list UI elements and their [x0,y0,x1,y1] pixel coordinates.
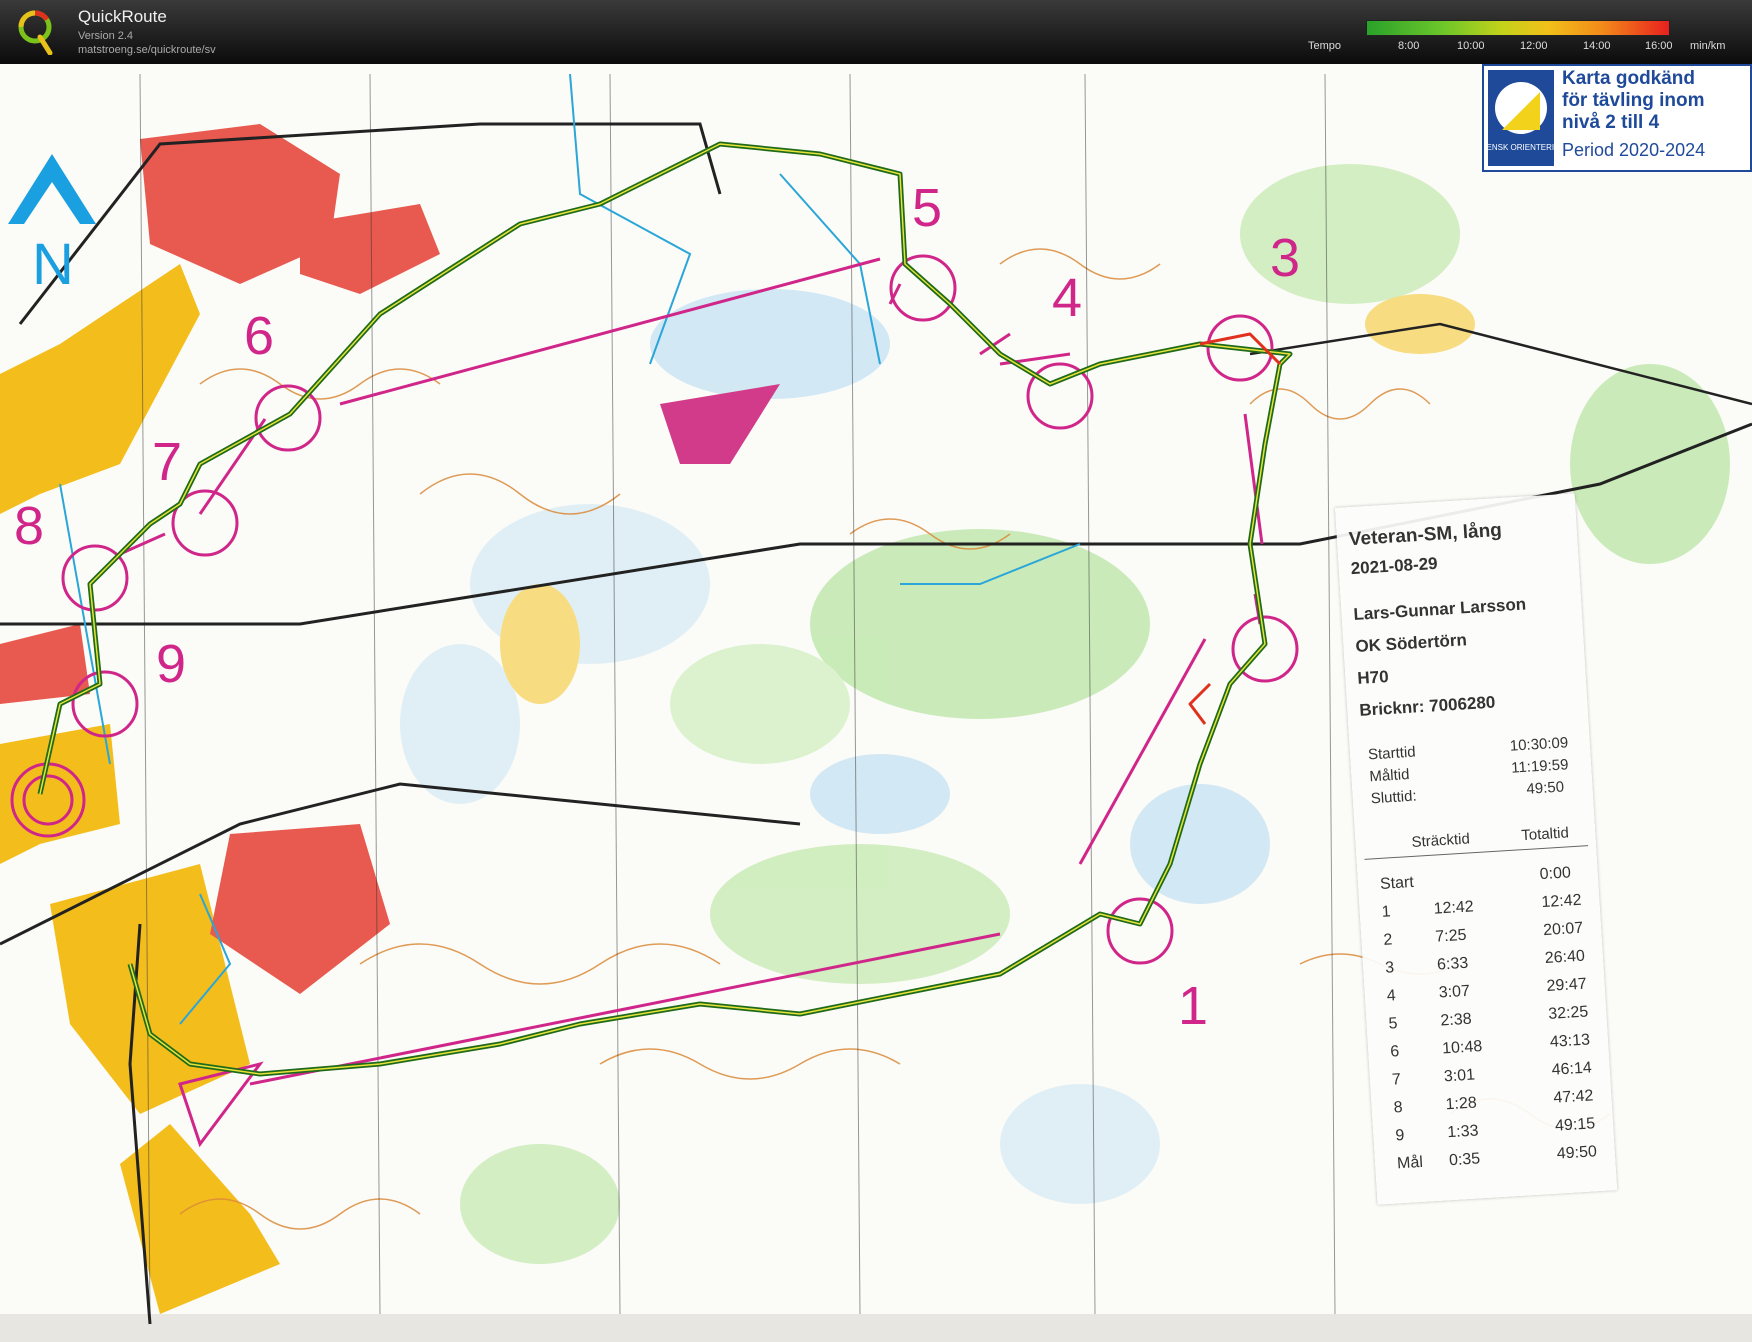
runner-club: OK Södertörn [1354,630,1468,656]
split-control-label: 1 [1381,903,1392,921]
split-row: 5 2:38 32:25 [1388,1003,1598,1032]
control-number-1: 1 [1178,976,1208,1036]
split-row: 7 3:01 46:14 [1392,1059,1602,1088]
event-name: Veteran-SM, lång [1348,519,1503,551]
total-time: 29:47 [1546,975,1588,995]
control-number-9: 9 [156,634,186,694]
tempo-tick: 14:00 [1583,40,1611,52]
app-title: QuickRoute [78,7,167,26]
badge-line-2: för tävling inom [1562,90,1705,111]
tempo-tick: 16:00 [1645,40,1673,52]
split-column-header: Sträcktid [1411,830,1471,851]
final-label: Sluttid: [1370,787,1418,808]
control-number-4: 4 [1052,268,1082,328]
control-number-6: 6 [244,306,274,366]
start-label: Starttid [1367,743,1417,764]
control-number-8: 8 [14,496,44,556]
app-version: Version 2.4 [78,30,134,42]
total-time: 49:50 [1556,1143,1598,1163]
split-row: 9 1:33 49:15 [1395,1115,1605,1144]
start-time: 10:30:09 [1509,734,1569,755]
final-time: 49:50 [1526,778,1565,798]
total-column-header: Totaltid [1520,824,1570,845]
split-time: 10:48 [1441,1038,1483,1058]
total-time: 26:40 [1544,947,1586,968]
result-slip: Veteran-SM, lång 2021-08-29 Lars-Gunnar … [1335,493,1618,1205]
finish-time: 11:19:59 [1510,756,1569,777]
app-url[interactable]: matstroeng.se/quickroute/sv [78,44,216,56]
tempo-color-scale [1366,20,1670,36]
svensk-orientering-logo-icon: SVENSK ORIENTERING [1488,70,1554,166]
split-row: 1 12:42 12:42 [1381,891,1591,921]
control-number-7: 7 [152,432,182,492]
split-row: 3 6:33 26:40 [1385,947,1595,977]
split-control-label: 6 [1389,1043,1400,1061]
quickroute-logo-icon [18,10,53,55]
badge-line-3: nivå 2 till 4 [1562,112,1660,133]
svg-text:SVENSK ORIENTERING: SVENSK ORIENTERING [1488,143,1554,152]
split-control-label: Mål [1396,1153,1424,1173]
tempo-label: Tempo [1308,40,1342,52]
split-control-label: 9 [1394,1126,1405,1145]
total-time: 47:42 [1552,1087,1594,1107]
split-row: 2 7:25 20:07 [1383,919,1593,949]
split-row: 6 10:48 43:13 [1390,1031,1600,1060]
control-number-5: 5 [912,178,942,238]
event-date: 2021-08-29 [1350,553,1439,579]
split-control-label: 3 [1384,959,1395,977]
finish-label: Måltid [1368,765,1410,786]
split-time: 6:33 [1436,954,1469,974]
split-row: 4 3:07 29:47 [1386,975,1596,1005]
split-time: 2:38 [1439,1010,1473,1030]
split-time: 1:33 [1446,1122,1479,1142]
split-time: 3:07 [1438,982,1471,1002]
split-control-label: 7 [1391,1071,1402,1089]
total-time: 0:00 [1539,864,1572,884]
split-row: 8 1:28 47:42 [1393,1087,1603,1116]
quickroute-toolbar: QuickRoute Version 2.4 matstroeng.se/qui… [0,0,1752,64]
split-control-label: 4 [1386,987,1397,1005]
tempo-tick: 12:00 [1520,40,1548,52]
split-time: 0:35 [1448,1150,1481,1170]
split-time: 12:42 [1433,898,1475,918]
split-control-label: Start [1379,873,1415,893]
north-letter: N [32,232,74,297]
control-number-3: 3 [1270,228,1300,288]
split-row: Mål 0:35 49:50 [1397,1143,1607,1172]
split-row: Start 0:00 [1380,863,1590,893]
total-time: 32:25 [1547,1003,1589,1023]
total-time: 12:42 [1540,891,1582,912]
tempo-tick: 8:00 [1398,40,1420,52]
tempo-tick: 10:00 [1457,40,1485,52]
split-time: 7:25 [1434,926,1467,946]
si-card-number: Bricknr: 7006280 [1358,692,1496,720]
badge-line-1: Karta godkänd [1562,68,1696,89]
runner-name: Lars-Gunnar Larsson [1352,594,1527,625]
badge-period: Period 2020-2024 [1562,140,1706,160]
split-control-label: 2 [1382,931,1393,949]
split-control-label: 5 [1388,1015,1399,1033]
tempo-unit: min/km [1690,40,1726,52]
total-time: 49:15 [1554,1115,1596,1135]
total-time: 46:14 [1551,1059,1593,1079]
header-divider [1364,845,1589,860]
split-time: 3:01 [1443,1066,1476,1086]
runner-class: H70 [1356,667,1390,688]
total-time: 20:07 [1542,919,1584,940]
split-time: 1:28 [1445,1094,1478,1114]
map-approval-badge: SVENSK ORIENTERING Karta godkänd för täv… [1482,64,1752,172]
split-control-label: 8 [1393,1099,1404,1117]
total-time: 43:13 [1549,1031,1591,1051]
